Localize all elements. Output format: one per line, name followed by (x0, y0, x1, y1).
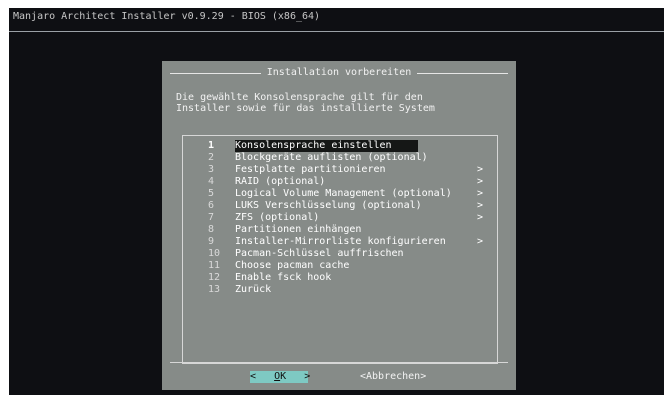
dialog-title-wrap: Installation vorbereiten (162, 67, 516, 78)
prepare-installation-dialog: Installation vorbereiten Die gewählte Ko… (162, 61, 516, 390)
submenu-arrow-icon: > (477, 212, 484, 223)
menu-item-number: 8 (208, 224, 215, 235)
menu-item-partitionen[interactable]: 8 Partitionen einhängen (183, 224, 499, 236)
ok-button[interactable]: < OK > (250, 371, 311, 383)
ok-right-bracket: > (304, 371, 311, 382)
menu-item-number: 7 (208, 212, 215, 223)
installer-title-bar: Manjaro Architect Installer v0.9.29 - BI… (9, 8, 664, 27)
menu-item-label: RAID (optional) (235, 176, 326, 187)
ok-left-bracket: < (250, 371, 257, 382)
ok-label-rest: K (280, 371, 287, 382)
installer-title: Manjaro Architect Installer v0.9.29 - BI… (13, 11, 321, 22)
menu-item-fsck-hook[interactable]: 12 Enable fsck hook (183, 272, 499, 284)
menu-item-label: Choose pacman cache (235, 260, 350, 271)
menu-item-label: ZFS (optional) (235, 212, 320, 223)
menu-item-label: Festplatte partitionieren (235, 164, 386, 175)
cancel-button[interactable]: <Abbrechen> (360, 371, 426, 383)
menu-item-pacman-cache[interactable]: 11 Choose pacman cache (183, 260, 499, 272)
menu-item-number: 9 (208, 236, 215, 247)
menu-item-label: Zurück (235, 284, 272, 295)
menu-item-number: 6 (208, 200, 215, 211)
menu-item-luks[interactable]: 6 LUKS Verschlüsselung (optional) > (183, 200, 499, 212)
menu-item-label: Logical Volume Management (optional) (235, 188, 452, 199)
description-line-1: Die gewählte Konsolensprache gilt für de… (176, 92, 423, 103)
menu-item-number: 10 (208, 248, 221, 259)
menu-item-number: 2 (208, 152, 215, 163)
button-row-divider (170, 362, 508, 363)
menu-item-number: 13 (208, 284, 221, 295)
menu-item-number: 1 (208, 140, 215, 151)
menu-item-label: Installer-Mirrorliste konfigurieren (235, 236, 446, 247)
menu-item-number: 12 (208, 272, 221, 283)
menu-item-label: Pacman-Schlüssel auffrischen (235, 248, 404, 259)
menu-item-number: 3 (208, 164, 215, 175)
menu-item-lvm[interactable]: 5 Logical Volume Management (optional) > (183, 188, 499, 200)
submenu-arrow-icon: > (477, 164, 484, 175)
menu-item-blockgeraete[interactable]: 2 Blockgeräte auflisten (optional) (183, 152, 499, 164)
dialog-description: Die gewählte Konsolensprache gilt für de… (176, 92, 435, 114)
menu-item-raid[interactable]: 4 RAID (optional) > (183, 176, 499, 188)
submenu-arrow-icon: > (477, 200, 484, 211)
menu-item-pacman-keys[interactable]: 10 Pacman-Schlüssel auffrischen (183, 248, 499, 260)
menu-item-zurueck[interactable]: 13 Zurück (183, 284, 499, 296)
dialog-title: Installation vorbereiten (260, 67, 418, 78)
submenu-arrow-icon: > (477, 176, 484, 187)
menu-item-label: Blockgeräte auflisten (optional) (235, 152, 428, 163)
menu-item-mirrorliste[interactable]: 9 Installer-Mirrorliste konfigurieren > (183, 236, 499, 248)
title-divider (9, 31, 664, 32)
menu-item-festplatte[interactable]: 3 Festplatte partitionieren > (183, 164, 499, 176)
menu-item-konsolensprache[interactable]: 1 Konsolensprache einstellen (183, 140, 499, 152)
menu-item-label: Konsolensprache einstellen (235, 140, 418, 152)
menu-item-number: 5 (208, 188, 215, 199)
submenu-arrow-icon: > (477, 236, 484, 247)
menu-item-number: 4 (208, 176, 215, 187)
menu-item-number: 11 (208, 260, 221, 271)
menu-item-label: Partitionen einhängen (235, 224, 362, 235)
description-line-2: Installer sowie für das installierte Sys… (176, 103, 435, 114)
submenu-arrow-icon: > (477, 188, 484, 199)
menu-item-label: Enable fsck hook (235, 272, 332, 283)
terminal-screen: Manjaro Architect Installer v0.9.29 - BI… (9, 8, 664, 395)
menu-list: 1 Konsolensprache einstellen 2 Blockgerä… (182, 135, 498, 364)
menu-item-zfs[interactable]: 7 ZFS (optional) > (183, 212, 499, 224)
menu-item-label: LUKS Verschlüsselung (optional) (235, 200, 422, 211)
